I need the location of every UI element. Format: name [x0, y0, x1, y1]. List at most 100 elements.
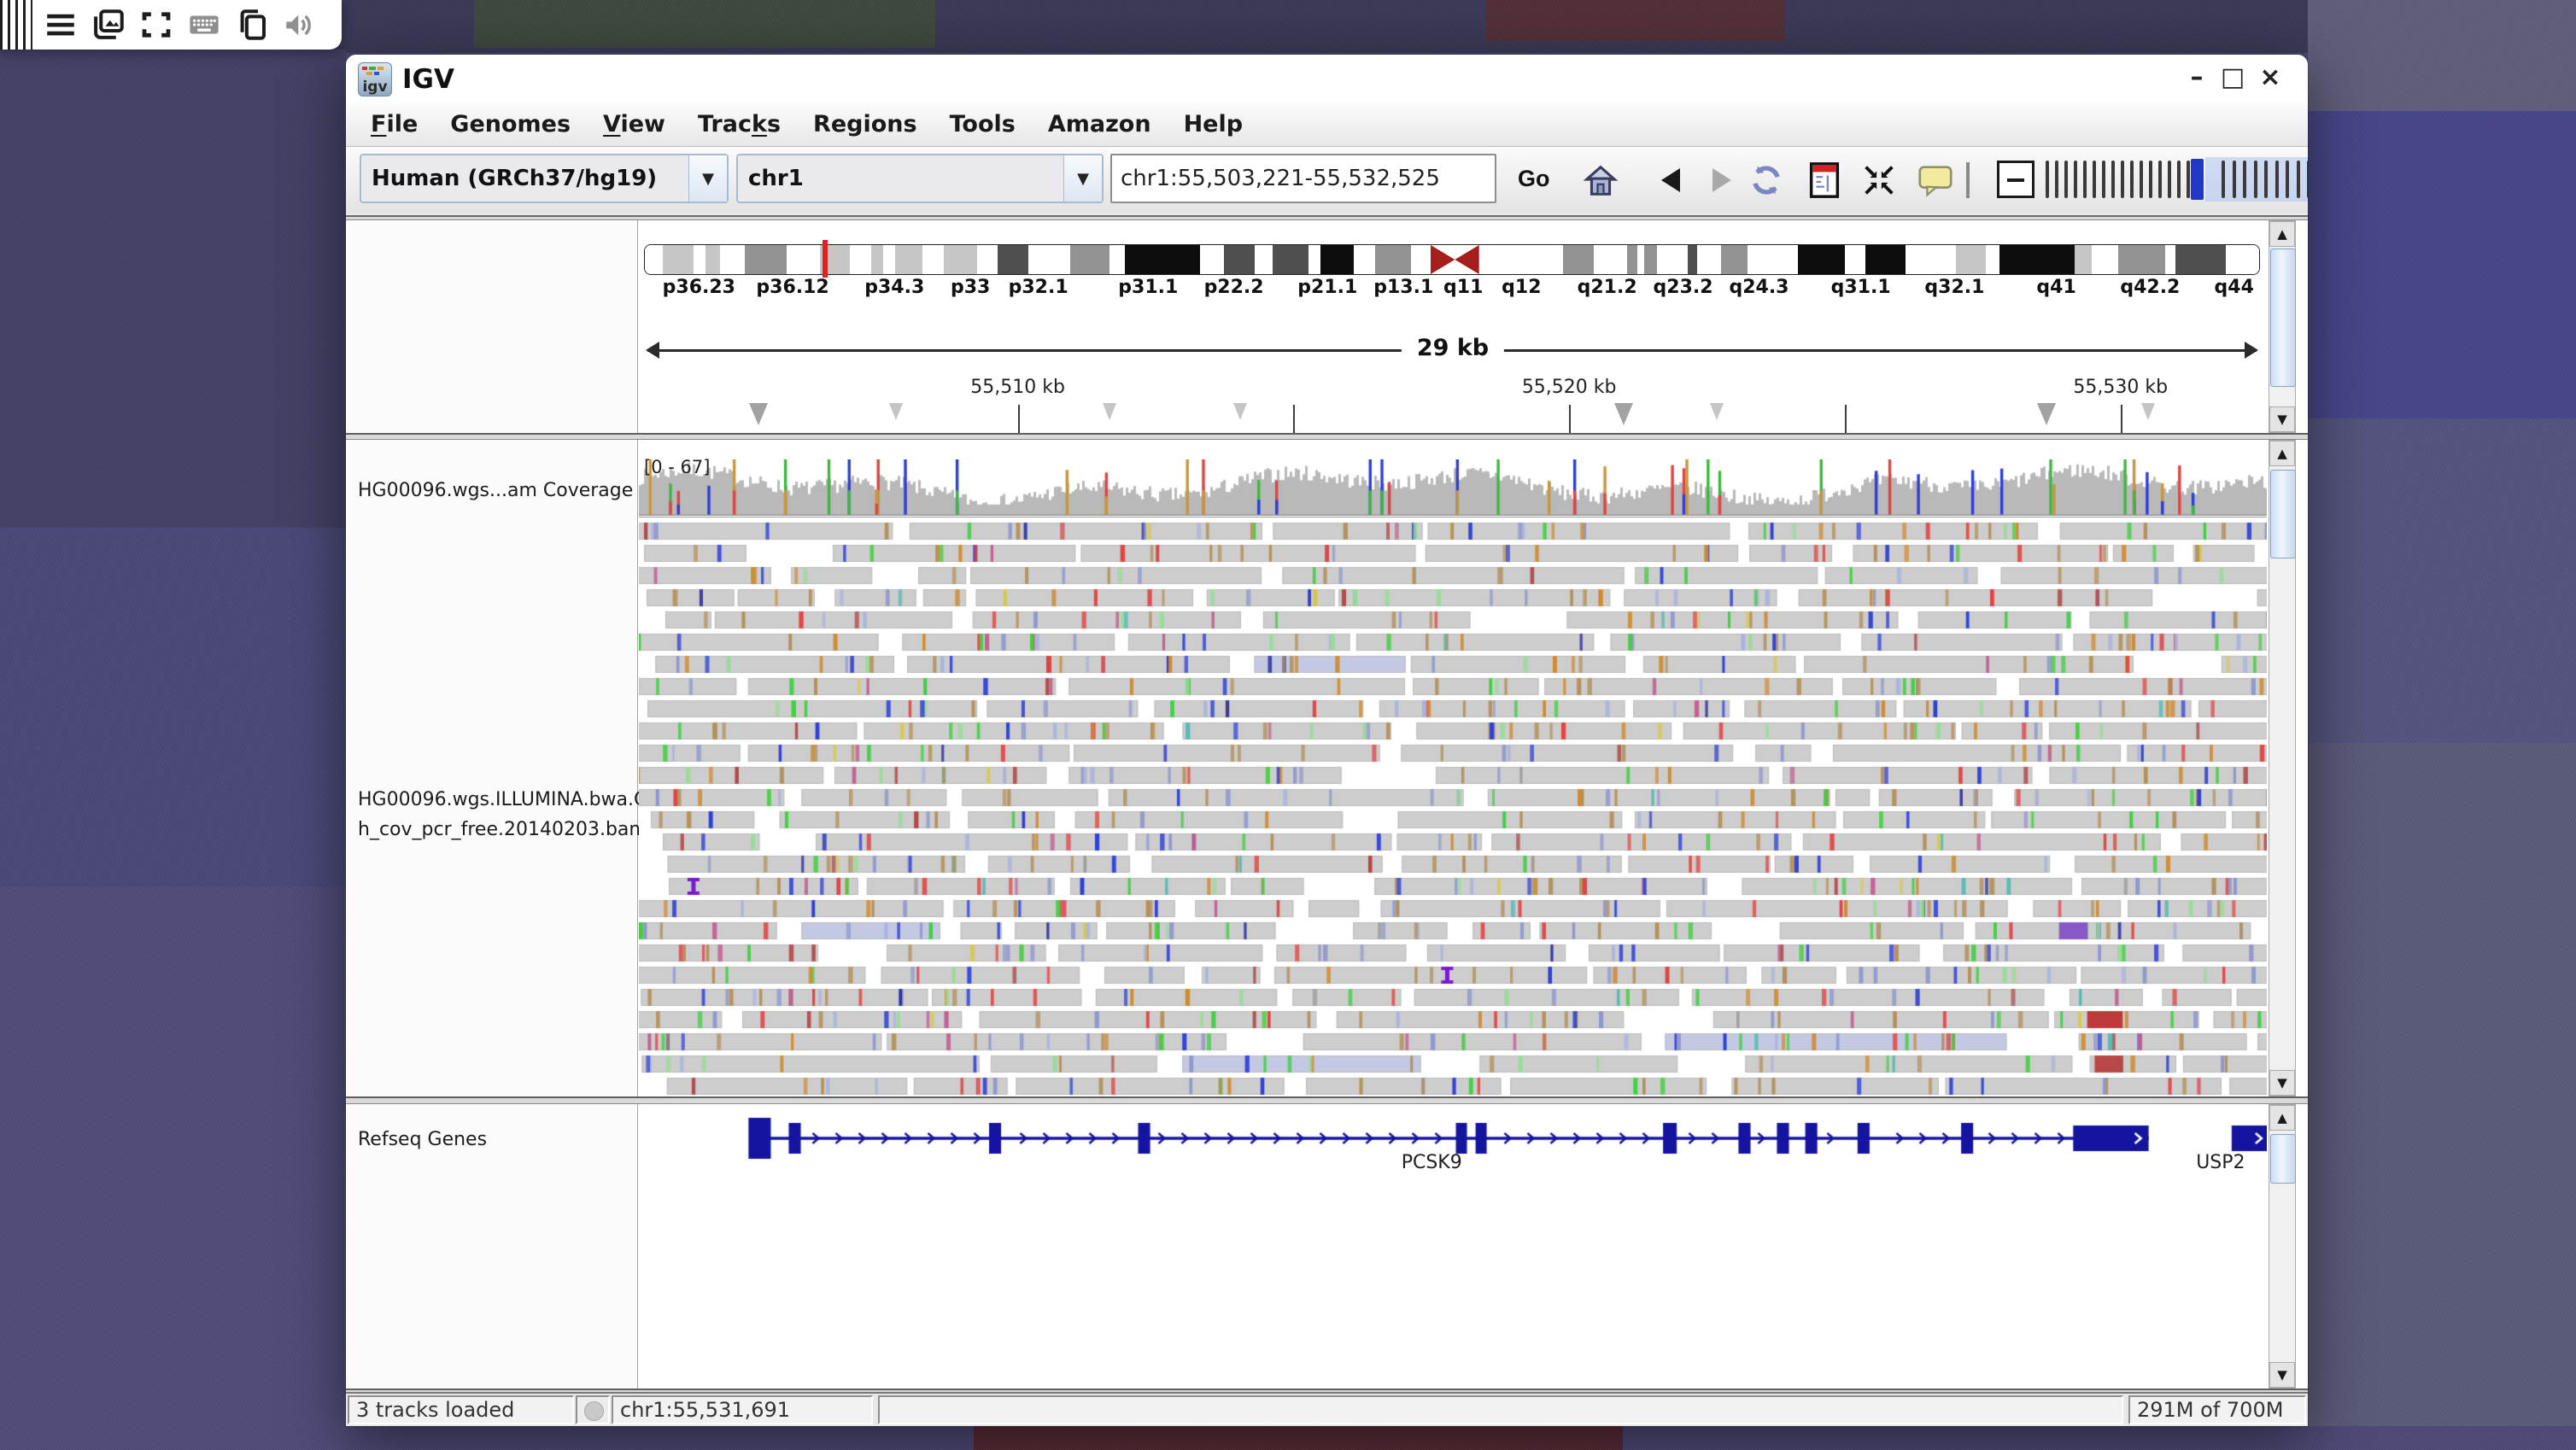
zoom-out-button[interactable]	[1997, 161, 2034, 198]
bg-right-1	[2308, 0, 2576, 111]
igv-app-icon: igv	[358, 62, 392, 96]
zoom-tick[interactable]	[2254, 161, 2257, 198]
popup-text-icon[interactable]	[1913, 159, 1958, 202]
ruler-tick	[1018, 405, 1020, 433]
refresh-icon[interactable]	[1744, 159, 1789, 202]
alignment-content[interactable]: [0 - 67]	[639, 440, 2267, 1096]
refseq-track-name[interactable]: Refseq Genes	[358, 1125, 487, 1155]
zoom-tick[interactable]	[2111, 161, 2115, 198]
drag-grip[interactable]	[0, 0, 32, 50]
igv-icon-text: igv	[359, 80, 391, 95]
alignment-scrollbar[interactable]: ▲ ▼	[2269, 440, 2296, 1096]
zoom-tick[interactable]	[2158, 161, 2162, 198]
zoom-tick[interactable]	[2102, 161, 2105, 198]
zoom-tick[interactable]	[2083, 161, 2087, 198]
fit-to-window-icon[interactable]	[1857, 159, 1901, 202]
zoom-tick[interactable]	[2046, 161, 2049, 198]
ruler[interactable]: 55,510 kb55,520 kb55,530 kb	[644, 220, 2260, 433]
header-content[interactable]: p36.23p36.12p34.3p33p32.1p31.1p22.2p21.1…	[639, 220, 2267, 433]
zoom-tick[interactable]	[2275, 161, 2279, 198]
header-panel: p36.23p36.12p34.3p33p32.1p31.1p22.2p21.1…	[346, 219, 2308, 435]
screenshot-icon[interactable]	[89, 5, 128, 44]
scrollbar-thumb[interactable]	[2270, 1134, 2296, 1184]
zoom-tick[interactable]	[2074, 161, 2077, 198]
locus-input[interactable]	[1110, 154, 1496, 203]
zoom-tick[interactable]	[2149, 161, 2152, 198]
menu-view[interactable]: View	[587, 102, 682, 146]
back-icon[interactable]	[1648, 159, 1693, 202]
zoom-tick[interactable]	[2121, 161, 2124, 198]
alignment-track-name-line2: h_cov_pcr_free.20140203.bam	[358, 815, 648, 845]
coverage-canvas[interactable]	[639, 459, 2267, 516]
keyboard-icon[interactable]	[184, 5, 224, 44]
fullscreen-icon[interactable]	[137, 5, 176, 44]
alignment-track-name[interactable]: HG00096.wgs.ILLUMINA.bwa.G h_cov_pcr_fre…	[358, 785, 648, 845]
zoom-tick[interactable]	[2130, 161, 2134, 198]
menu-tools[interactable]: Tools	[934, 102, 1032, 146]
scroll-up-icon[interactable]: ▲	[2269, 1105, 2295, 1131]
zoom-tick[interactable]	[2286, 161, 2289, 198]
zoom-tick[interactable]	[2222, 161, 2225, 198]
scroll-down-icon[interactable]: ▼	[2269, 1362, 2295, 1388]
menu-amazon[interactable]: Amazon	[1032, 102, 1168, 146]
menu-genomes[interactable]: Genomes	[434, 102, 587, 146]
alignment-pileup-canvas[interactable]	[639, 520, 2267, 1096]
ruler-marker-icon	[2037, 403, 2056, 425]
scrollbar-thumb[interactable]	[2270, 248, 2296, 387]
toolbar-separator	[1966, 162, 1970, 198]
ruler-tick	[1293, 405, 1295, 433]
scrollbar-thumb[interactable]	[2270, 470, 2296, 558]
zoom-tick[interactable]	[2168, 161, 2171, 198]
menu-regions[interactable]: Regions	[797, 102, 934, 146]
ruler-marker-icon	[1710, 403, 1724, 420]
status-bar: 3 tracks loaded chr1:55,531,691 291M of …	[346, 1392, 2308, 1426]
define-region-icon[interactable]	[1802, 159, 1847, 202]
menu-help[interactable]: Help	[1168, 102, 1260, 146]
menu-icon[interactable]	[41, 5, 80, 44]
zoom-tick[interactable]	[2307, 161, 2308, 198]
scroll-down-icon[interactable]: ▼	[2269, 1070, 2295, 1096]
genome-select-value: Human (GRCh37/hg19)	[361, 166, 688, 191]
zoom-tick[interactable]	[2055, 161, 2058, 198]
zoom-tick[interactable]	[2233, 161, 2236, 198]
zoom-tick[interactable]	[2187, 161, 2190, 198]
zoom-tick[interactable]	[2064, 161, 2068, 198]
go-button[interactable]: Go	[1509, 159, 1559, 198]
zoom-slider-thumb[interactable]	[2191, 159, 2204, 200]
chevron-down-icon: ▼	[1063, 155, 1102, 202]
zoom-tick[interactable]	[2140, 161, 2143, 198]
ruler-tick-label: 55,530 kb	[2073, 377, 2168, 398]
minimize-button[interactable]: –	[2181, 63, 2212, 94]
close-button[interactable]: ×	[2255, 63, 2286, 94]
alignment-track-name-line1: HG00096.wgs.ILLUMINA.bwa.G	[358, 785, 648, 815]
genome-select[interactable]: Human (GRCh37/hg19) ▼	[360, 154, 729, 203]
zoom-tick[interactable]	[2093, 161, 2096, 198]
header-scrollbar[interactable]: ▲ ▼	[2269, 220, 2296, 433]
forward-icon[interactable]	[1700, 159, 1744, 202]
scroll-down-icon[interactable]: ▼	[2269, 406, 2295, 432]
ruler-marker-icon	[1103, 403, 1116, 420]
volume-icon[interactable]	[280, 5, 319, 44]
maximize-button[interactable]: □	[2217, 63, 2248, 94]
refseq-content[interactable]: PCSK9USP2	[639, 1104, 2267, 1389]
zoom-tick[interactable]	[2177, 161, 2181, 198]
scroll-up-icon[interactable]: ▲	[2269, 221, 2295, 247]
home-icon[interactable]	[1578, 159, 1623, 202]
gene-name-label: USP2	[2196, 1152, 2245, 1173]
tracks-loaded-field: 3 tracks loaded	[348, 1395, 574, 1424]
copy-icon[interactable]	[232, 5, 272, 44]
chromosome-select[interactable]: chr1 ▼	[736, 154, 1104, 203]
bg-red-patch-top	[1486, 0, 1785, 41]
menu-tracks[interactable]: Tracks	[682, 102, 797, 146]
zoom-tick[interactable]	[2243, 161, 2246, 198]
zoom-tick[interactable]	[2264, 161, 2268, 198]
coverage-track-name[interactable]: HG00096.wgs...am Coverage	[358, 476, 633, 506]
ruler-tick	[1845, 405, 1847, 433]
menu-file[interactable]: File	[354, 102, 434, 146]
igv-window: igv IGV – □ × FileGenomesViewTracksRegio…	[346, 55, 2308, 1426]
refseq-scrollbar[interactable]: ▲ ▼	[2269, 1104, 2296, 1389]
refseq-track-names: Refseq Genes	[346, 1104, 638, 1389]
title-bar: igv IGV – □ ×	[346, 55, 2308, 102]
scroll-up-icon[interactable]: ▲	[2269, 441, 2295, 466]
zoom-tick[interactable]	[2297, 161, 2300, 198]
